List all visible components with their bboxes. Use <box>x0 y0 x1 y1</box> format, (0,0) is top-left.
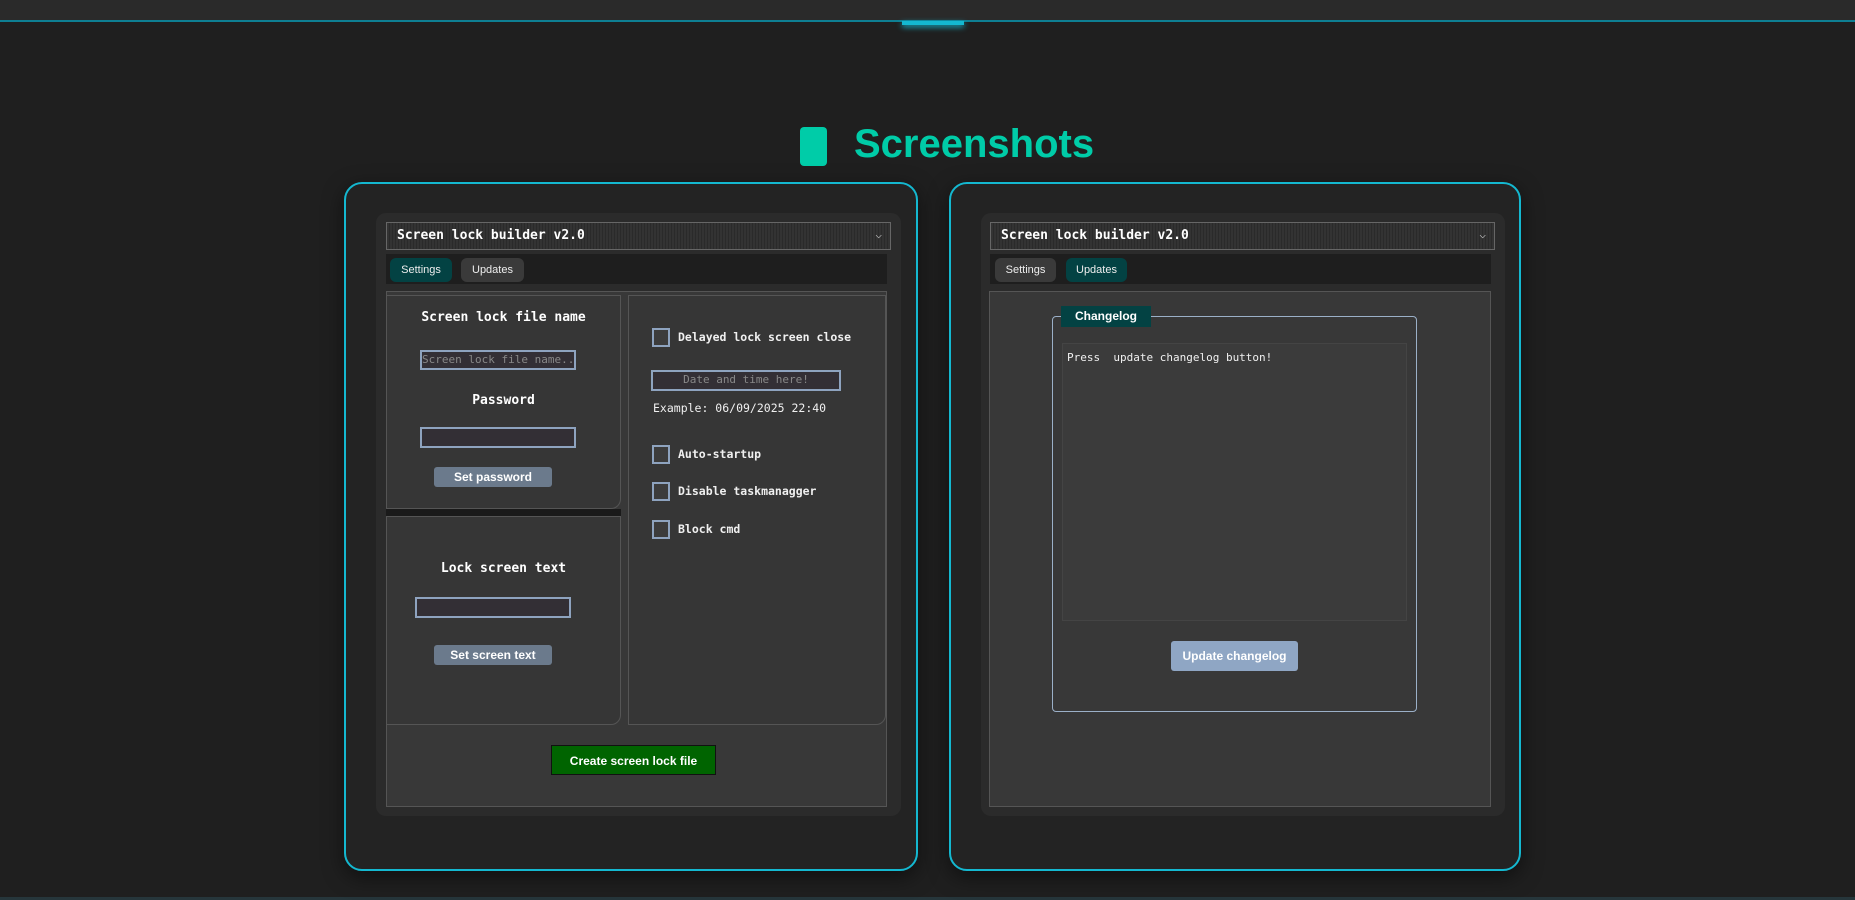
tab-settings[interactable]: Settings <box>390 258 452 282</box>
lock-text-group <box>386 516 621 725</box>
disable-taskmanager-label: Disable taskmanagger <box>678 484 817 498</box>
lock-text-label: Lock screen text <box>440 561 567 576</box>
date-time-input[interactable]: Date and time here! <box>651 370 841 391</box>
block-cmd-label: Block cmd <box>678 522 741 536</box>
window-title: Screen lock builder v2.0 <box>1001 228 1189 243</box>
update-changelog-button[interactable]: Update changelog <box>1171 641 1298 671</box>
window-titlebar: Screen lock builder v2.0 ⌵ <box>386 222 891 250</box>
set-screen-text-button[interactable]: Set screen text <box>434 645 552 665</box>
options-group <box>628 295 886 725</box>
window-titlebar: Screen lock builder v2.0 ⌵ <box>990 222 1495 250</box>
block-cmd-checkbox[interactable] <box>652 520 670 539</box>
lock-text-input[interactable] <box>415 597 571 618</box>
top-bar <box>0 0 1855 22</box>
file-name-input[interactable]: Screen lock file name... <box>420 350 576 370</box>
file-name-label: Screen lock file name <box>421 310 586 325</box>
auto-startup-checkbox[interactable] <box>652 445 670 464</box>
changelog-textarea[interactable]: Press update changelog button! <box>1062 343 1407 621</box>
tab-updates[interactable]: Updates <box>461 258 524 282</box>
tab-updates[interactable]: Updates <box>1066 258 1127 282</box>
create-screen-lock-button[interactable]: Create screen lock file <box>551 745 716 775</box>
auto-startup-label: Auto-startup <box>678 447 762 461</box>
changelog-legend: Changelog <box>1061 306 1151 327</box>
delayed-close-checkbox[interactable] <box>652 328 670 347</box>
chevron-down-icon[interactable]: ⌵ <box>875 228 882 241</box>
chevron-down-icon[interactable]: ⌵ <box>1479 228 1486 241</box>
disable-taskmanager-checkbox[interactable] <box>652 482 670 501</box>
set-password-button[interactable]: Set password <box>434 467 552 487</box>
window-title: Screen lock builder v2.0 <box>397 228 585 243</box>
splitter[interactable] <box>386 509 621 516</box>
section-title: Screenshots <box>854 122 1095 166</box>
password-input[interactable] <box>420 427 576 448</box>
date-example-text: Example: 06/09/2025 22:40 <box>653 401 827 415</box>
password-label: Password <box>472 393 535 408</box>
active-nav-indicator <box>902 21 964 25</box>
changelog-text: Press update changelog button! <box>1067 351 1273 364</box>
section-icon <box>800 127 827 166</box>
tab-settings[interactable]: Settings <box>995 258 1056 282</box>
delayed-close-label: Delayed lock screen close <box>678 330 852 344</box>
